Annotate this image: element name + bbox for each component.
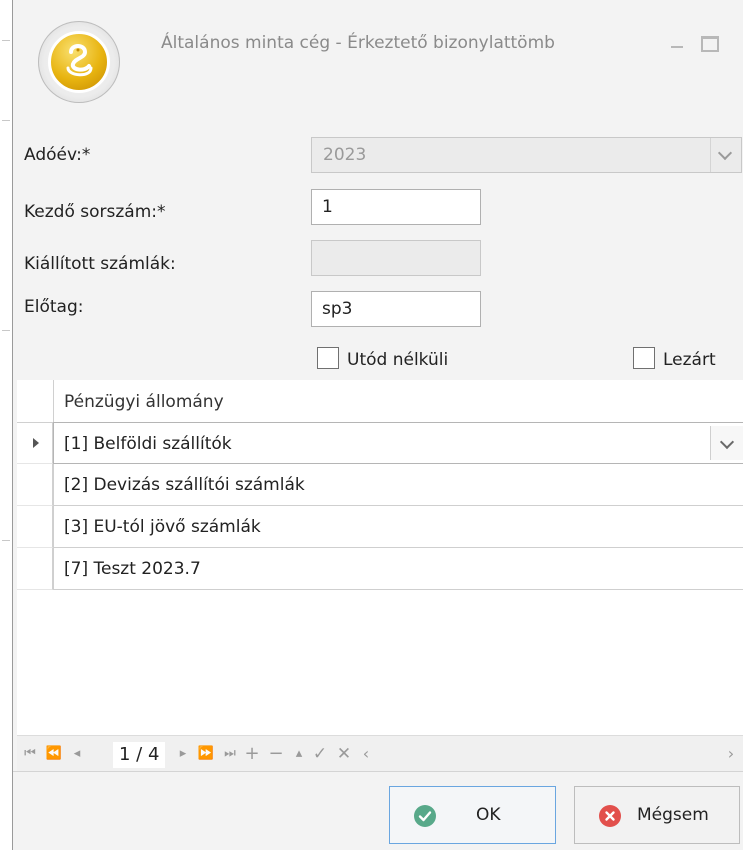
lezart-label: Lezárt [663, 350, 716, 370]
ok-button[interactable]: OK [389, 786, 556, 844]
minimize-button[interactable] [663, 28, 691, 56]
last-page-icon[interactable]: ⏭ [221, 742, 239, 766]
cell-dropdown-button[interactable] [710, 426, 743, 460]
previous-record-icon[interactable]: ◂ [69, 742, 85, 766]
row-indicator [17, 506, 53, 548]
grid-header-indicator [17, 380, 54, 422]
append-record-icon[interactable]: + [243, 742, 261, 766]
window-title: Általános minta cég - Érkeztető bizonyla… [161, 33, 555, 53]
grid-cell[interactable]: [3] EU-tól jövő számlák [53, 506, 743, 548]
edit-record-icon[interactable]: ▴ [291, 742, 307, 766]
cell-text: [2] Devizás szállítói számlák [64, 475, 305, 495]
delete-record-icon[interactable]: − [267, 742, 285, 766]
maximize-button[interactable] [695, 28, 723, 56]
dialog-window: Általános minta cég - Érkeztető bizonyla… [12, 0, 743, 850]
adoev-label: Adóév:* [24, 145, 91, 165]
lezart-checkbox[interactable] [633, 347, 655, 369]
kezdo-sorszam-input[interactable] [311, 189, 481, 225]
adoev-combobox[interactable]: 2023 [311, 137, 742, 173]
kiallitott-szamlak-label: Kiállított számlák: [24, 254, 176, 274]
cell-text: [3] EU-tól jövő számlák [64, 517, 261, 537]
grid-header: Pénzügyi állomány [17, 380, 743, 423]
row-indicator [17, 548, 53, 590]
app-logo [38, 21, 120, 103]
table-row[interactable]: [2] Devizás szállítói számlák [17, 464, 743, 506]
save-record-icon[interactable]: ✓ [311, 742, 329, 766]
next-page-icon[interactable]: ⏩ [197, 742, 215, 766]
grid-cell[interactable]: [7] Teszt 2023.7 [53, 548, 743, 590]
column-header-penzugyi-allomany[interactable]: Pénzügyi állomány [64, 392, 224, 412]
adoev-value: 2023 [323, 145, 367, 165]
first-page-icon[interactable]: ⏮ [21, 742, 39, 766]
table-row[interactable]: [3] EU-tól jövő számlák [17, 506, 743, 548]
elotag-input[interactable] [311, 291, 481, 327]
utod-nelkuli-label: Utód nélküli [347, 350, 449, 370]
adoev-dropdown-button[interactable] [710, 138, 741, 172]
check-circle-icon [414, 805, 436, 827]
chevron-down-icon [717, 145, 733, 161]
cancel-button-label: Mégsem [637, 805, 709, 825]
utod-nelkuli-checkbox[interactable] [317, 347, 339, 369]
next-record-icon[interactable]: ▸ [175, 742, 191, 766]
kiallitott-szamlak-input [311, 240, 481, 276]
kezdo-sorszam-label: Kezdő sorszám:* [24, 202, 166, 222]
table-row[interactable]: [1] Belföldi szállítók [17, 422, 743, 464]
record-navigator: ⏮ ⏪ ◂ 1 / 4 ▸ ⏩ ⏭ + − ▴ ✓ ✕ ‹ › [17, 735, 743, 772]
current-row-arrow-icon [33, 438, 39, 448]
ok-button-label: OK [476, 805, 501, 825]
table-row[interactable]: [7] Teszt 2023.7 [17, 548, 743, 590]
scroll-right-icon[interactable]: › [722, 742, 740, 766]
elotag-label: Előtag: [24, 297, 84, 317]
row-indicator [17, 464, 53, 506]
footer-divider [13, 771, 743, 772]
close-circle-icon [599, 805, 621, 827]
snake-logo-icon [66, 44, 93, 77]
grid-cell[interactable]: [1] Belföldi szállítók [53, 422, 743, 464]
row-indicator [17, 422, 53, 464]
background-window-edge [0, 0, 12, 850]
cancel-edit-icon[interactable]: ✕ [335, 742, 353, 766]
grid-cell[interactable]: [2] Devizás szállítói számlák [53, 464, 743, 506]
cell-text: [1] Belföldi szállítók [64, 434, 232, 454]
previous-page-icon[interactable]: ⏪ [45, 742, 63, 766]
record-position: 1 / 4 [113, 742, 166, 768]
cancel-button[interactable]: Mégsem [574, 786, 740, 844]
chevron-down-icon [719, 434, 735, 450]
penzugyi-allomany-grid: Pénzügyi állomány [1] Belföldi szállítók… [17, 380, 743, 735]
title-bar[interactable]: Általános minta cég - Érkeztető bizonyla… [13, 0, 743, 103]
scroll-left-icon[interactable]: ‹ [357, 742, 375, 766]
cell-text: [7] Teszt 2023.7 [64, 559, 201, 579]
